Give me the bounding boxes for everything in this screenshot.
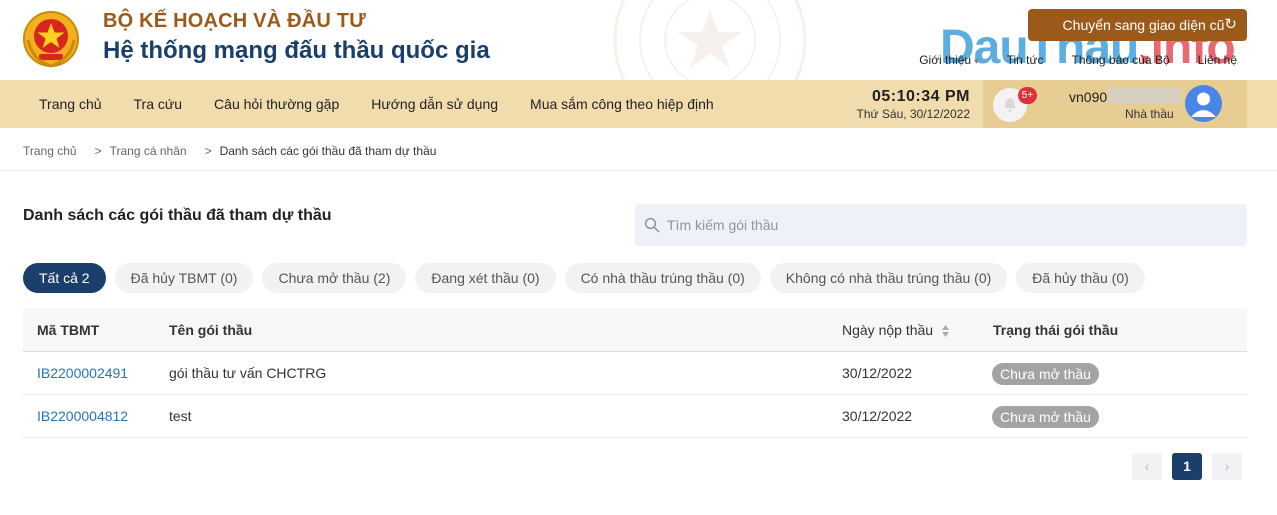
- page-title: Danh sách các gói thầu đã tham dự thầu: [23, 207, 332, 224]
- breadcrumb-home[interactable]: Trang chủ: [23, 144, 77, 158]
- avatar[interactable]: [1185, 85, 1222, 122]
- bronze-drum-pattern-icon: [613, 0, 807, 80]
- search-icon: [644, 217, 660, 233]
- user-role: Nhà thầu: [1125, 107, 1174, 121]
- status-tabs: Tất cả 2 Đã hủy TBMT (0) Chưa mở thầu (2…: [23, 263, 1145, 293]
- sort-icon: [941, 325, 949, 338]
- switch-old-ui-label: Chuyển sang giao diện cũ: [1062, 17, 1225, 33]
- nav-item-lookup[interactable]: Tra cứu: [118, 96, 199, 112]
- breadcrumb-separator: >: [94, 144, 102, 158]
- bid-date: 30/12/2022: [842, 408, 913, 424]
- site-header: BỘ KẾ HOẠCH VÀ ĐẦU TƯ Hệ thống mạng đấu …: [0, 0, 1277, 80]
- nav-item-guide[interactable]: Hướng dẫn sử dụng: [355, 96, 514, 112]
- main-nav: Trang chủ Tra cứu Câu hỏi thường gặp Hướ…: [0, 80, 1277, 128]
- column-header-status: Trạng thái gói thầu: [993, 322, 1119, 338]
- breadcrumb-profile[interactable]: Trang cá nhân: [110, 144, 187, 158]
- bid-table: Mã TBMT Tên gói thầu Ngày nộp thầu Trạng…: [23, 308, 1247, 438]
- bid-name: test: [169, 408, 192, 424]
- nav-item-home[interactable]: Trang chủ: [23, 96, 118, 112]
- clock-date: Thứ Sáu, 30/12/2022: [856, 107, 970, 121]
- bell-icon: [1004, 98, 1016, 113]
- column-header-name: Tên gói thầu: [169, 322, 253, 338]
- clock-time: 05:10:34 PM: [872, 88, 970, 105]
- top-link-gioi-thieu[interactable]: Giới thiệu ▾: [919, 53, 978, 67]
- nav-item-agreement-procurement[interactable]: Mua sắm công theo hiệp định: [514, 96, 730, 112]
- user-panel: 5+ vn090 Nhà thầu: [983, 80, 1247, 128]
- switch-old-ui-button[interactable]: Chuyển sang giao diện cũ ↻: [1028, 9, 1247, 41]
- username[interactable]: vn090: [1069, 89, 1107, 105]
- prev-page-button[interactable]: ‹: [1132, 453, 1162, 480]
- bid-date: 30/12/2022: [842, 365, 913, 381]
- column-header-code: Mã TBMT: [37, 322, 100, 338]
- top-link-lien-he[interactable]: Liên hệ: [1198, 53, 1237, 67]
- tab-no-winner[interactable]: Không có nhà thầu trúng thầu (0): [769, 263, 1008, 293]
- top-link-tin-tuc[interactable]: Tin tức: [1007, 53, 1044, 67]
- bid-code-link[interactable]: IB2200004812: [37, 395, 128, 438]
- ministry-name: BỘ KẾ HOẠCH VÀ ĐẦU TƯ: [103, 10, 367, 32]
- refresh-icon: ↻: [1224, 16, 1237, 33]
- next-page-button[interactable]: ›: [1212, 453, 1242, 480]
- tab-cancelled-bid[interactable]: Đã hủy thầu (0): [1016, 263, 1145, 293]
- top-link-thong-bao[interactable]: Thông báo của Bộ: [1072, 53, 1170, 67]
- notification-badge: 5+: [1018, 87, 1037, 104]
- system-name: Hệ thống mạng đấu thầu quốc gia: [103, 37, 490, 64]
- tab-evaluating[interactable]: Đang xét thầu (0): [415, 263, 556, 293]
- breadcrumb-separator: >: [204, 144, 212, 158]
- nav-item-faq[interactable]: Câu hỏi thường gặp: [198, 96, 355, 112]
- divider: [0, 170, 1277, 171]
- breadcrumb-current: Danh sách các gói thầu đã tham dự thầu: [219, 144, 437, 158]
- page-root: BỘ KẾ HOẠCH VÀ ĐẦU TƯ Hệ thống mạng đấu …: [0, 0, 1277, 515]
- status-badge: Chưa mở thầu: [992, 406, 1099, 428]
- search-input[interactable]: [667, 204, 1237, 246]
- search-box: [635, 204, 1247, 246]
- tab-has-winner[interactable]: Có nhà thầu trúng thầu (0): [564, 263, 761, 293]
- chevron-down-icon: ▾: [974, 56, 979, 66]
- tab-cancelled-notice[interactable]: Đã hủy TBMT (0): [114, 263, 254, 293]
- column-header-date[interactable]: Ngày nộp thầu: [842, 308, 950, 352]
- tab-not-opened[interactable]: Chưa mở thầu (2): [262, 263, 407, 293]
- clock: 05:10:34 PM Thứ Sáu, 30/12/2022: [830, 88, 970, 121]
- username-redaction: [1107, 88, 1181, 104]
- user-icon: [1191, 92, 1216, 117]
- table-header: Mã TBMT Tên gói thầu Ngày nộp thầu Trạng…: [23, 308, 1247, 352]
- table-row: IB2200004812 test 30/12/2022 Chưa mở thầ…: [23, 395, 1247, 438]
- bid-code-link[interactable]: IB2200002491: [37, 352, 128, 395]
- bid-name: gói thầu tư vấn CHCTRG: [169, 365, 327, 381]
- status-badge: Chưa mở thầu: [992, 363, 1099, 385]
- top-links: Giới thiệu ▾ Tin tức Thông báo của Bộ Liê…: [919, 53, 1237, 67]
- tab-all[interactable]: Tất cả 2: [23, 263, 106, 293]
- national-emblem-icon: [23, 11, 79, 68]
- breadcrumb: Trang chủ > Trang cá nhân > Danh sách cá…: [23, 144, 436, 158]
- page-button-1[interactable]: 1: [1172, 453, 1202, 480]
- table-row: IB2200002491 gói thầu tư vấn CHCTRG 30/1…: [23, 352, 1247, 395]
- pagination: ‹ 1 ›: [1132, 453, 1242, 480]
